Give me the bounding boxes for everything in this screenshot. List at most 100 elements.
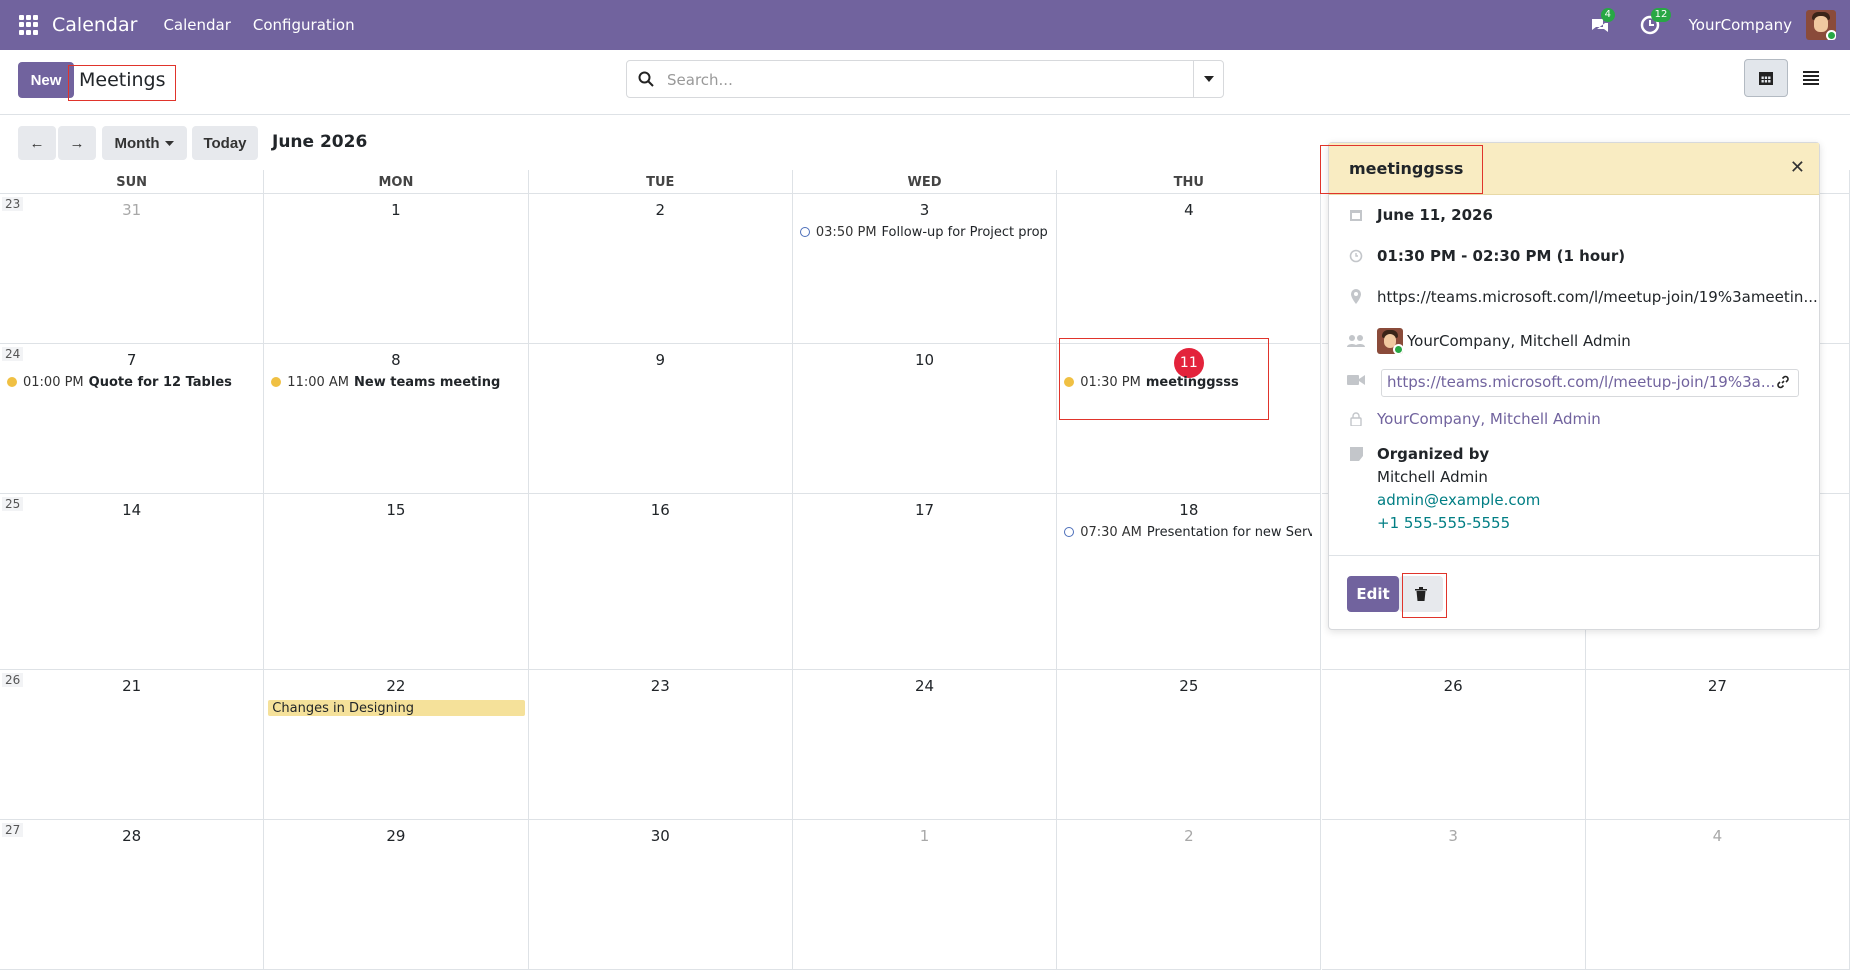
- search-bar[interactable]: Search...: [626, 60, 1224, 98]
- day-cell[interactable]: 2: [528, 194, 793, 344]
- attendee-avatar: [1377, 328, 1403, 354]
- organized-by-label: Organized by: [1377, 445, 1490, 463]
- search-input[interactable]: Search...: [667, 71, 733, 89]
- day-cell[interactable]: 3: [792, 194, 1058, 344]
- list-view-button[interactable]: [1789, 59, 1833, 97]
- day-cell[interactable]: 24: [792, 670, 1058, 820]
- event-time: 01:30 PM - 02:30 PM (1 hour): [1377, 247, 1626, 265]
- day-cell[interactable]: 23 31: [0, 194, 265, 344]
- page-title: Meetings: [68, 65, 176, 101]
- scale-dropdown[interactable]: Month: [102, 126, 187, 160]
- calendar-event[interactable]: 07:30 AMPresentation for new Servi...: [1064, 522, 1312, 542]
- event-name: New teams meeting: [354, 374, 501, 390]
- calendar-event[interactable]: 03:50 PM Follow-up for Project prop...: [799, 222, 1048, 242]
- company-switcher[interactable]: YourCompany: [1689, 16, 1792, 34]
- next-button[interactable]: →: [58, 126, 96, 160]
- app-title[interactable]: Calendar: [52, 14, 137, 36]
- day-number: 3: [919, 201, 930, 219]
- event-name: Presentation for new Servi...: [1146, 524, 1313, 540]
- videocall-row: [1347, 371, 1377, 389]
- note-icon: [1347, 445, 1365, 463]
- day-cell[interactable]: 1: [792, 820, 1058, 970]
- day-cell[interactable]: 23: [528, 670, 793, 820]
- day-cell[interactable]: 29: [264, 820, 529, 970]
- day-header-thu: THU: [1057, 170, 1322, 194]
- day-cell[interactable]: 26: [1321, 670, 1586, 820]
- calendar-view-button[interactable]: [1744, 59, 1788, 97]
- activities-button[interactable]: 12: [1639, 8, 1672, 36]
- calendar-icon: [1347, 206, 1365, 224]
- event-partners-row: YourCompany, Mitchell Admin: [1347, 410, 1601, 428]
- scale-label: Month: [114, 134, 160, 152]
- day-cell[interactable]: 4: [1585, 820, 1850, 970]
- day-cell[interactable]: 1: [264, 194, 529, 344]
- selected-event-highlight: [1059, 338, 1270, 420]
- day-cell[interactable]: 17: [792, 494, 1058, 670]
- calendar-event[interactable]: 01:00 PM Quote for 12 Tables: [7, 372, 255, 392]
- link-icon[interactable]: [1776, 375, 1790, 393]
- event-date-row: June 11, 2026: [1347, 206, 1493, 224]
- day-cell[interactable]: 22: [264, 670, 529, 820]
- day-number: 25: [1179, 677, 1199, 695]
- day-cell[interactable]: 4: [1057, 194, 1322, 344]
- day-cell[interactable]: 18: [1057, 494, 1322, 670]
- day-cell[interactable]: 15: [264, 494, 529, 670]
- day-cell[interactable]: 24 7: [0, 344, 265, 494]
- event-time: 01:00 PM: [23, 374, 84, 390]
- organizer-phone[interactable]: +1 555-555-5555: [1377, 514, 1510, 532]
- day-cell[interactable]: 10: [792, 344, 1058, 494]
- top-navbar: Calendar Calendar Configuration 4 12 You…: [0, 0, 1850, 50]
- search-options-toggle[interactable]: [1193, 61, 1223, 97]
- day-cell[interactable]: 30: [528, 820, 793, 970]
- organizer-row: Organized by: [1347, 445, 1489, 463]
- apps-menu-icon[interactable]: [19, 15, 39, 35]
- new-button[interactable]: New: [18, 62, 74, 98]
- day-cell[interactable]: 16: [528, 494, 793, 670]
- day-number: 4: [1184, 201, 1194, 219]
- user-avatar[interactable]: [1806, 10, 1836, 40]
- menu-configuration[interactable]: Configuration: [253, 16, 355, 34]
- day-number: 14: [122, 501, 142, 519]
- day-number: 1: [391, 201, 401, 219]
- day-cell[interactable]: 9: [528, 344, 793, 494]
- organizer-email[interactable]: admin@example.com: [1377, 491, 1540, 509]
- day-cell[interactable]: 25: [1057, 670, 1322, 820]
- event-status-icon: [1064, 527, 1075, 537]
- calendar-event[interactable]: 11:00 AM New teams meeting: [271, 372, 519, 392]
- day-cell[interactable]: 26 21: [0, 670, 265, 820]
- messages-button[interactable]: 4: [1589, 8, 1615, 36]
- today-button[interactable]: Today: [192, 126, 258, 160]
- day-cell[interactable]: 25 14: [0, 494, 265, 670]
- event-date: June 11, 2026: [1377, 206, 1493, 224]
- event-location: https://teams.microsoft.com/l/meetup-joi…: [1377, 288, 1818, 306]
- menu-calendar[interactable]: Calendar: [163, 16, 230, 34]
- event-popover: meetinggsss ✕ June 11, 2026 01:30 PM - 0…: [1320, 142, 1820, 630]
- day-number: 17: [914, 501, 935, 519]
- previous-button[interactable]: ←: [18, 126, 56, 160]
- day-cell[interactable]: 27 28: [0, 820, 265, 970]
- day-header-wed: WED: [792, 170, 1058, 194]
- event-attendees: YourCompany, Mitchell Admin: [1407, 332, 1631, 350]
- delete-highlight: [1402, 573, 1447, 618]
- day-number: 26: [1443, 677, 1463, 695]
- day-header-tue: TUE: [528, 170, 793, 194]
- day-number: 8: [391, 351, 401, 369]
- calendar-event[interactable]: Changes in Designing: [268, 700, 525, 716]
- day-cell[interactable]: 27: [1585, 670, 1850, 820]
- day-header-mon: MON: [264, 170, 529, 194]
- event-partners[interactable]: YourCompany, Mitchell Admin: [1377, 410, 1601, 428]
- day-cell[interactable]: 8: [264, 344, 529, 494]
- control-panel: New Meetings Search...: [0, 50, 1850, 115]
- calendar-icon: [1759, 72, 1773, 85]
- day-cell[interactable]: 2: [1057, 820, 1322, 970]
- videocall-url-field[interactable]: https://teams.microsoft.com/l/meetup-joi…: [1381, 369, 1799, 397]
- day-number: 15: [386, 501, 406, 519]
- search-icon: [638, 71, 654, 87]
- day-number: 22: [386, 677, 406, 695]
- day-number: 28: [122, 827, 142, 845]
- day-cell[interactable]: 3: [1321, 820, 1586, 970]
- videocall-url: https://teams.microsoft.com/l/meetup-joi…: [1387, 373, 1776, 391]
- edit-button[interactable]: Edit: [1347, 576, 1399, 612]
- close-icon[interactable]: ✕: [1790, 157, 1805, 178]
- day-number: 23: [650, 677, 670, 695]
